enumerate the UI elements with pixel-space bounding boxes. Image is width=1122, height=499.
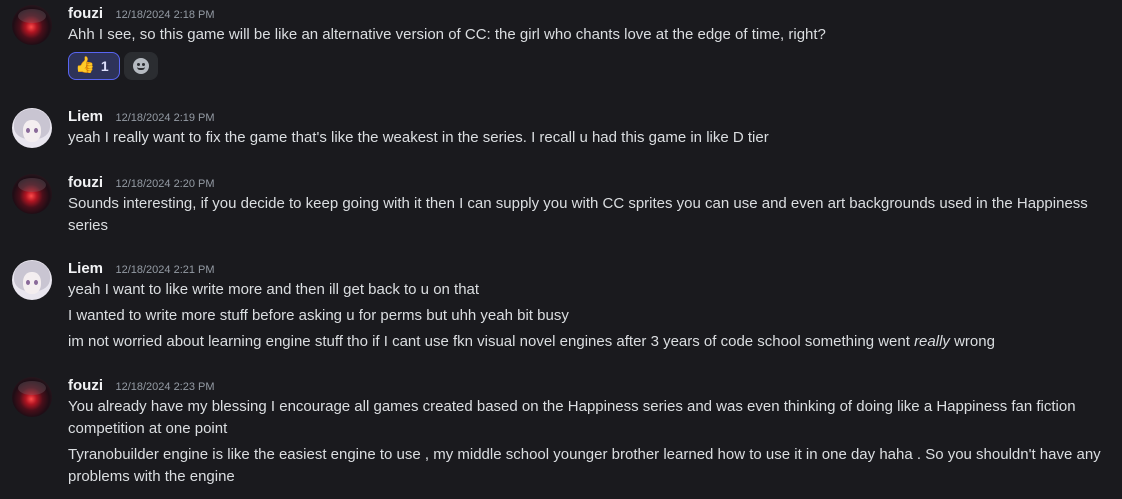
message-text-part: im not worried about learning engine stu… [68,333,915,350]
message-text-part: wrong [949,333,995,350]
username[interactable]: fouzi [68,5,103,22]
message-text: Ahh I see, so this game will be like an … [68,26,826,43]
message-text: im not worried about learning engine stu… [68,331,1108,353]
message-timestamp: 12/18/2024 2:21 PM [115,264,215,276]
smiley-icon [133,58,149,74]
message-text: yeah I really want to fix the game that'… [68,129,769,146]
username[interactable]: Liem [68,108,103,125]
user-avatar[interactable] [12,377,52,417]
message-text: Tyranobuilder engine is like the easiest… [68,446,1101,485]
user-avatar[interactable] [12,108,52,148]
message-header: Liem 12/18/2024 2:21 PM [68,260,215,278]
message-timestamp: 12/18/2024 2:20 PM [115,178,215,190]
message-text: Sounds interesting, if you decide to kee… [68,195,1088,234]
username[interactable]: Liem [68,260,103,277]
message-header: fouzi 12/18/2024 2:18 PM [68,5,215,23]
chat-message-list: fouzi 12/18/2024 2:18 PM Ahh I see, so t… [0,0,1122,499]
message-text: You already have my blessing I encourage… [68,398,1076,437]
user-avatar[interactable] [12,174,52,214]
message-timestamp: 12/18/2024 2:23 PM [115,381,215,393]
add-reaction-button[interactable] [124,52,158,80]
thumbs-up-icon: 👍 [75,57,95,74]
message-header: Liem 12/18/2024 2:19 PM [68,108,215,126]
message-text: I wanted to write more stuff before aski… [68,307,569,324]
user-avatar[interactable] [12,260,52,300]
message-text: yeah I want to like write more and then … [68,281,480,298]
message-header: fouzi 12/18/2024 2:20 PM [68,174,215,192]
message-header: fouzi 12/18/2024 2:23 PM [68,377,215,395]
message-timestamp: 12/18/2024 2:18 PM [115,9,215,21]
username[interactable]: fouzi [68,174,103,191]
thumbs-up-reaction[interactable]: 👍 1 [68,52,120,80]
emphasized-text: really [914,333,950,350]
username[interactable]: fouzi [68,377,103,394]
reaction-bar: 👍 1 [68,52,158,80]
message-timestamp: 12/18/2024 2:19 PM [115,112,215,124]
reaction-count: 1 [100,58,109,74]
user-avatar[interactable] [12,5,52,45]
